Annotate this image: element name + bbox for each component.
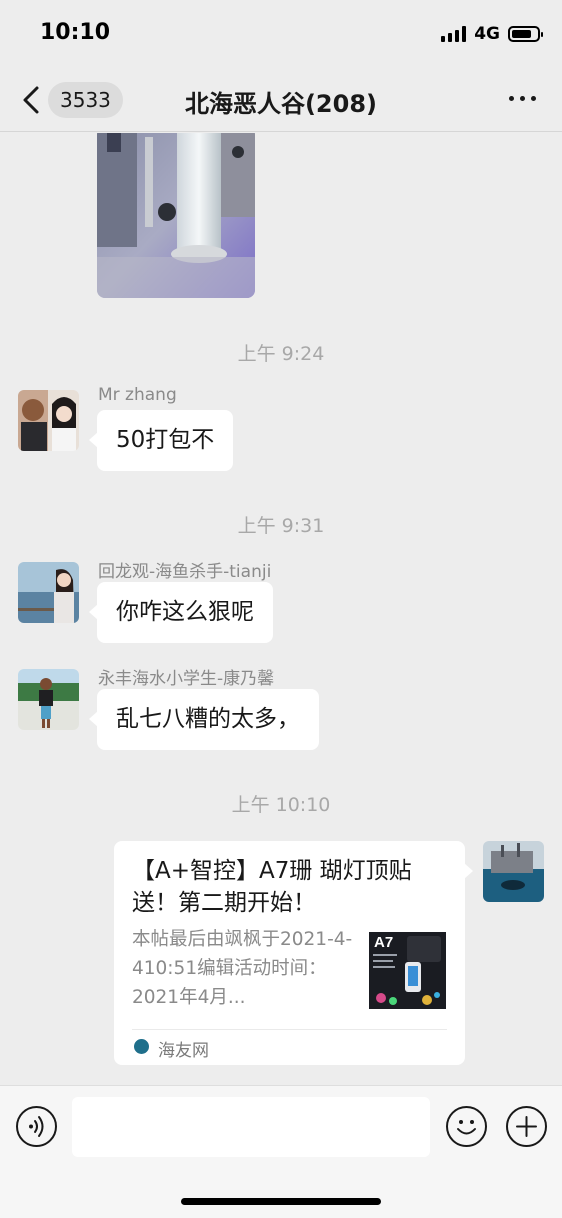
status-time: 10:10 [40,20,111,45]
plus-circle-icon[interactable] [506,1106,547,1147]
chat-title: 北海恶人谷(208) [184,90,378,118]
sender-name: 永丰海水小学生-康乃馨 [98,669,275,689]
emoji-icon[interactable] [446,1106,487,1147]
avatar[interactable] [18,390,79,451]
signal-icon [441,26,467,42]
link-description: 本帖最后由飒枫于2021-4-410:51编辑活动时间：2021年4月... [132,929,353,1008]
home-indicator[interactable] [181,1198,381,1205]
link-thumbnail: A7 [369,932,446,1009]
battery-fill [512,30,532,38]
source-logo-icon [134,1039,149,1054]
link-title: 【A+智控】A7珊 瑚灯顶贴送！第二期开始！ [132,858,412,916]
avatar[interactable] [18,562,79,623]
status-bar: 10:10 4G [0,0,562,68]
voice-icon[interactable] [16,1106,57,1147]
message-input[interactable] [72,1097,430,1157]
my-avatar[interactable] [483,841,544,902]
message-bubble[interactable]: 乱七八糟的太多， [89,689,319,750]
more-dots-icon[interactable] [509,96,536,101]
message-list[interactable]: 上午 9:24 Mr zhang 50打包不 上午 9:31 回龙观-海鱼杀手-… [0,133,562,1085]
network-type: 4G [474,24,500,44]
timestamp: 上午 10:10 [231,794,331,816]
timestamp: 上午 9:24 [237,343,325,365]
sender-name: 回龙观-海鱼杀手-tianji [98,562,272,582]
link-source: 海友网 [158,1041,209,1061]
link-card-message[interactable]: 【A+智控】A7珊 瑚灯顶贴送！第二期开始！ 本帖最后由飒枫于2021-4-41… [114,841,473,1065]
sender-name: Mr zhang [98,385,177,405]
link-thumbnail-label: A7 [374,934,394,951]
avatar[interactable] [18,669,79,730]
status-indicators: 4G [441,24,543,44]
timestamp: 上午 9:31 [237,515,325,537]
image-message[interactable] [97,133,255,298]
message-bubble[interactable]: 你咋这么狠呢 [89,582,273,643]
battery-icon [508,26,543,42]
link-divider [132,1029,447,1030]
chat-header: 3533 北海恶人谷(208) [0,68,562,132]
message-bubble[interactable]: 50打包不 [88,410,234,471]
